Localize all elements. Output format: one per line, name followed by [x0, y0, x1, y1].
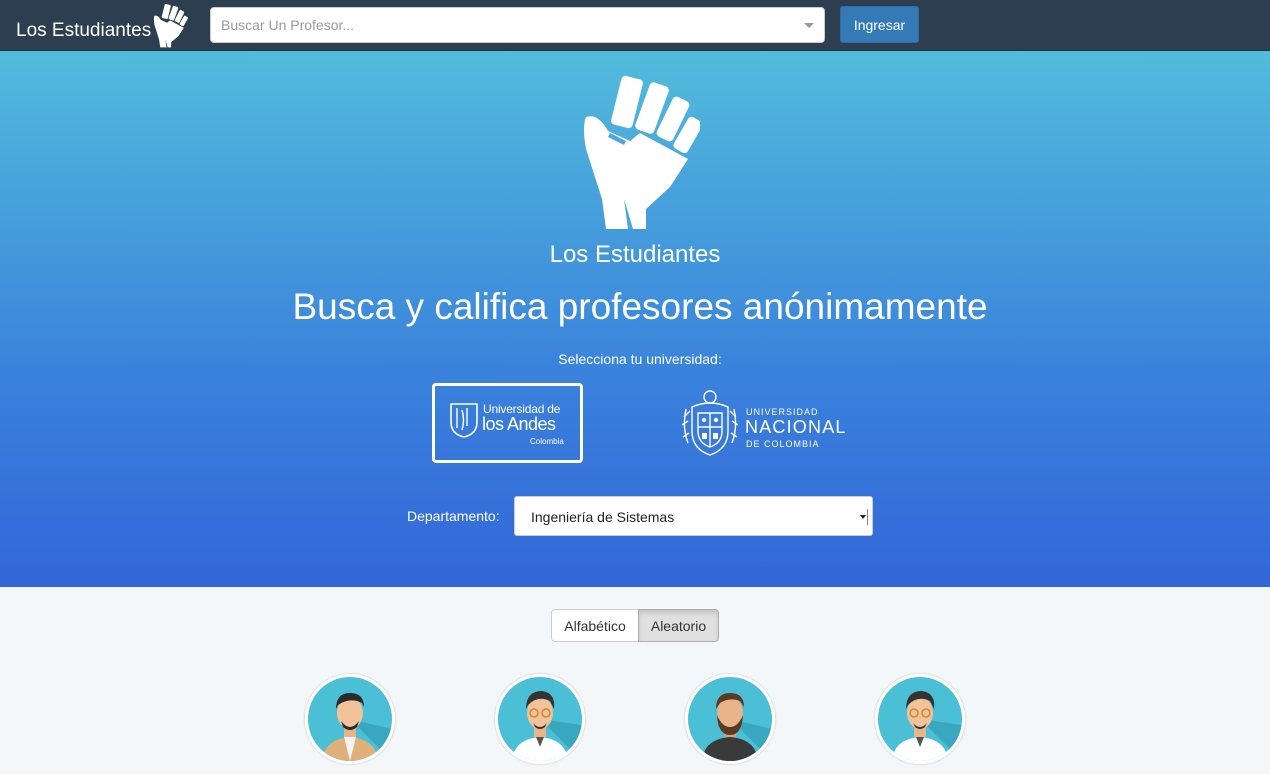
department-label: Departamento:: [407, 508, 500, 524]
raised-fist-icon[interactable]: [151, 2, 189, 48]
hero-brand-name: Los Estudiantes: [549, 241, 721, 268]
university-option-nacional[interactable]: UNIVERSIDAD NACIONAL DE COLOMBIA: [680, 385, 860, 461]
university-option-andes[interactable]: Universidad de los Andes Colombia: [432, 383, 583, 463]
professor-card[interactable]: [495, 674, 585, 764]
sort-alphabetic-button[interactable]: Alfabético: [551, 609, 639, 642]
nacional-name-line3: DE COLOMBIA: [746, 439, 820, 449]
department-selected-value: Ingeniería de Sistemas: [531, 509, 675, 525]
professor-card[interactable]: [875, 674, 965, 764]
top-navbar: Los Estudiantes Ingresar: [0, 0, 1270, 51]
nacional-seal-icon: [682, 390, 738, 456]
hero-section: Los Estudiantes Busca y califica profeso…: [0, 51, 1270, 587]
andes-shield-icon: [450, 403, 478, 438]
hero-title: Busca y califica profesores anónimamente: [292, 286, 988, 327]
dropdown-caret-icon[interactable]: [804, 23, 814, 28]
professor-search-input[interactable]: [211, 8, 791, 42]
professor-avatar-icon: [308, 677, 392, 761]
navbar-brand[interactable]: Los Estudiantes: [16, 20, 151, 42]
professor-search[interactable]: [210, 7, 825, 43]
university-prompt: Selecciona tu universidad:: [558, 351, 722, 367]
department-select[interactable]: Ingeniería de Sistemas: [514, 496, 873, 536]
professor-card[interactable]: [305, 674, 395, 764]
nacional-name-line1: UNIVERSIDAD: [746, 407, 819, 417]
professor-avatar-icon: [498, 677, 582, 761]
professor-card[interactable]: [685, 674, 775, 764]
professor-avatar-icon: [878, 677, 962, 761]
andes-name-line3: Colombia: [530, 437, 564, 446]
nacional-name-line2: NACIONAL: [745, 417, 847, 437]
select-arrow-icon[interactable]: [860, 509, 868, 525]
login-button[interactable]: Ingresar: [840, 6, 919, 43]
professor-avatar-icon: [688, 677, 772, 761]
andes-name-line2: los Andes: [482, 414, 556, 434]
raised-fist-logo-icon: [584, 75, 700, 229]
sort-random-button[interactable]: Aleatorio: [638, 609, 719, 642]
